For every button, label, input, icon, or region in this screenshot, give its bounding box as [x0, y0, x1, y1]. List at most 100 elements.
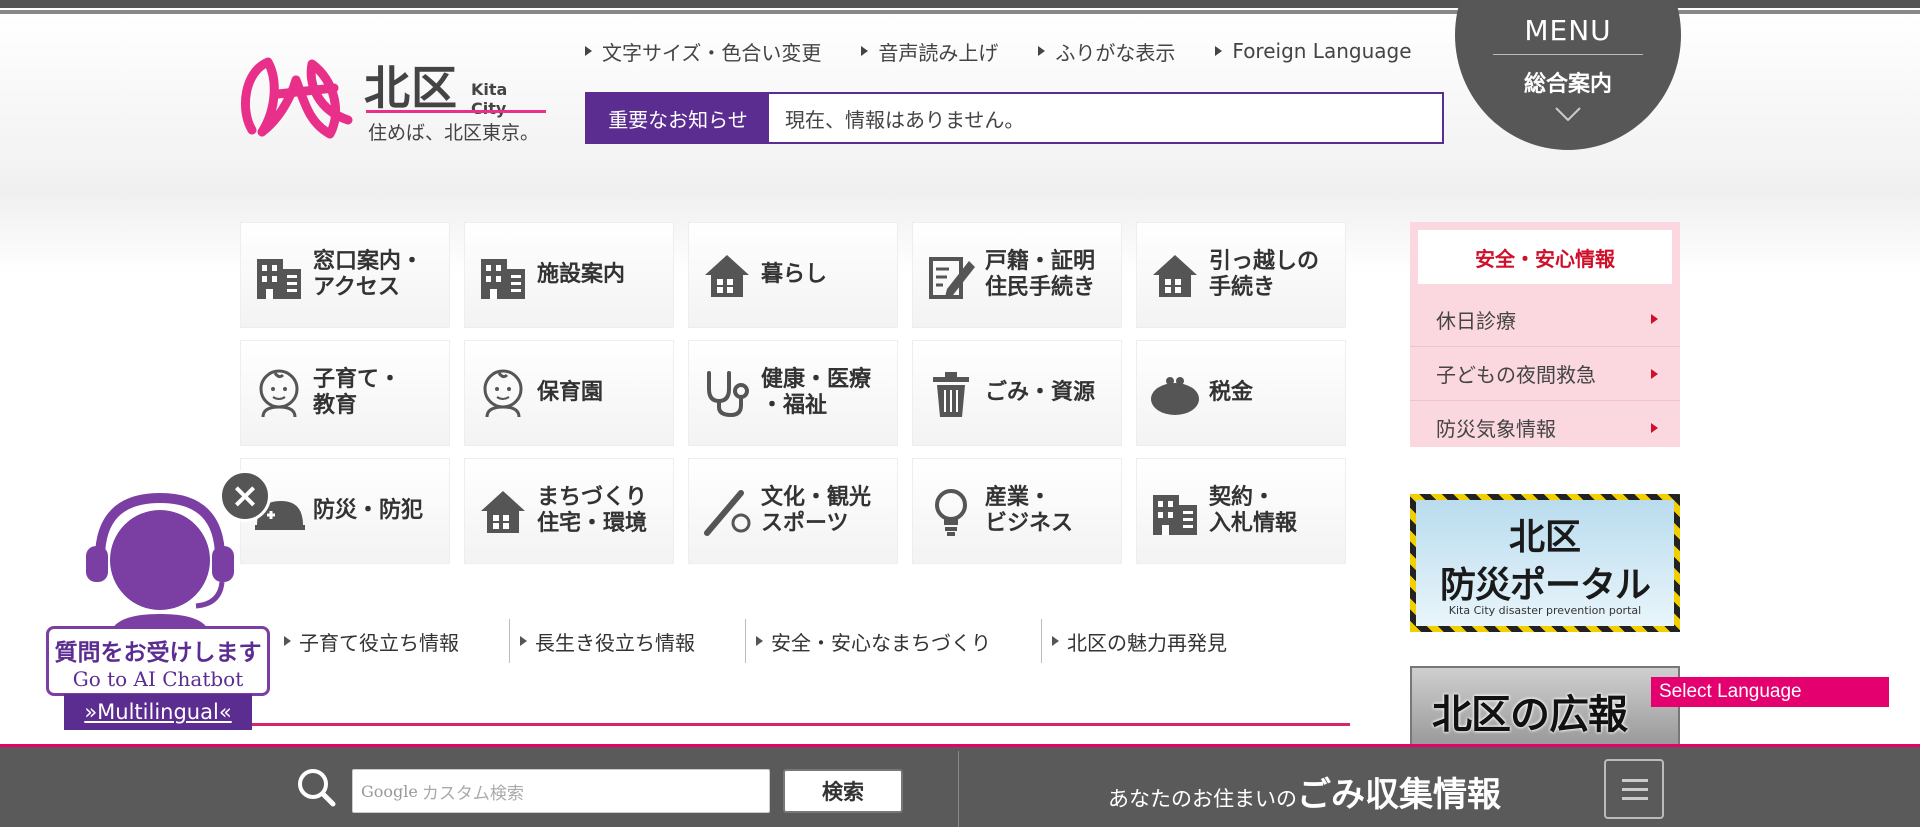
feature-link-safe-town[interactable]: 安全・安心なまちづくり — [756, 627, 1041, 656]
garbage-collection-title: ごみ収集情報 — [1297, 775, 1501, 815]
category-tile[interactable]: 税金 — [1136, 340, 1346, 446]
logo-slogan: 住めば、北区東京。 — [368, 122, 540, 144]
select-language-dropdown[interactable]: Select Language — [1651, 677, 1889, 707]
city-newsletter-title: 北区の広報 — [1432, 692, 1628, 738]
category-tile[interactable]: まちづくり 住宅・環境 — [464, 458, 674, 564]
triangle-right-icon — [585, 46, 592, 56]
search-placeholder: カスタム検索 — [421, 783, 524, 804]
category-label: 戸籍・証明 住民手続き — [985, 249, 1096, 300]
category-label: ごみ・資源 — [985, 380, 1096, 405]
safety-item-weather[interactable]: 防災気象情報 — [1410, 400, 1680, 454]
disaster-portal-english: Kita City disaster prevention portal — [1448, 604, 1642, 617]
baby-icon — [259, 369, 299, 418]
trash-icon — [933, 372, 969, 417]
triangle-right-icon — [520, 636, 527, 646]
feature-links: 子育て役立ち情報 長生き役立ち情報 安全・安心なまちづくり 北区の魅力再発見 — [240, 604, 1350, 678]
safety-item-label: 子どもの夜間救急 — [1436, 363, 1596, 387]
search-button[interactable]: 検索 — [783, 769, 903, 813]
category-label: 暮らし — [761, 262, 828, 287]
feature-link-childcare[interactable]: 子育て役立ち情報 — [284, 627, 509, 656]
category-tile[interactable]: 文化・観光 スポーツ — [688, 458, 898, 564]
important-notice: 重要なお知らせ 現在、情報はありません。 — [585, 92, 1444, 144]
house-icon — [1153, 255, 1197, 297]
category-label: 健康・医療 ・福祉 — [761, 367, 872, 418]
category-tile[interactable]: 戸籍・証明 住民手続き — [912, 222, 1122, 328]
chatbot-question-text: 質問をお受けします — [54, 639, 262, 666]
category-tile[interactable]: 契約・ 入札情報 — [1136, 458, 1346, 564]
util-link-label: ふりがな表示 — [1055, 40, 1176, 65]
util-link-furigana[interactable]: ふりがな表示 — [1038, 38, 1176, 65]
disaster-portal-inner: 北区 防災ポータル Kita City disaster prevention … — [1416, 500, 1674, 626]
city-newsletter-banner[interactable]: 北区の広報 — [1410, 666, 1680, 746]
building-icon — [1153, 495, 1197, 535]
hamburger-line — [1622, 779, 1648, 782]
pen-document-icon — [929, 257, 975, 299]
util-link-foreign-language[interactable]: Foreign Language — [1215, 38, 1412, 64]
feature-link-longevity[interactable]: 長生き役立ち情報 — [520, 627, 745, 656]
category-tile[interactable]: 子育て・ 教育 — [240, 340, 450, 446]
util-link-speech[interactable]: 音声読み上げ — [861, 38, 999, 65]
chatbot-label-box[interactable]: 質問をお受けします Go to AI Chatbot — [46, 626, 270, 696]
category-label: まちづくり 住宅・環境 — [537, 485, 648, 536]
lightbulb-icon — [935, 489, 967, 536]
chevron-down-icon — [1555, 107, 1581, 122]
divider — [1041, 619, 1042, 663]
stethoscope-icon — [707, 371, 749, 418]
triangle-right-icon — [284, 636, 291, 646]
ai-chatbot-widget[interactable]: × 質問をお受けします Go to AI Chatbot »Multilingu… — [44, 470, 274, 732]
feature-link-rediscover[interactable]: 北区の魅力再発見 — [1052, 627, 1277, 656]
chatbot-multilingual-link[interactable]: »Multilingual« — [64, 694, 252, 730]
site-logo[interactable]: 北区 Kita City 住めば、北区東京。 — [238, 50, 548, 144]
sakura-logo-icon — [241, 57, 353, 139]
safety-item-holiday-clinic[interactable]: 休日診療 — [1410, 292, 1680, 346]
category-label: 文化・観光 スポーツ — [761, 485, 872, 536]
notice-label[interactable]: 重要なお知らせ — [587, 94, 769, 142]
baby-icon — [483, 369, 523, 418]
notice-text: 現在、情報はありません。 — [785, 107, 1025, 132]
disaster-portal-banner[interactable]: 北区 防災ポータル Kita City disaster prevention … — [1410, 494, 1680, 632]
divider — [745, 619, 746, 663]
category-tile[interactable]: 施設案内 — [464, 222, 674, 328]
garbage-collection-link[interactable]: あなたのお住まいのごみ収集情報 — [1108, 767, 1501, 816]
feature-link-label: 長生き役立ち情報 — [535, 630, 695, 655]
triangle-right-icon — [861, 46, 869, 56]
garbage-collection-prefix: あなたのお住まいの — [1108, 787, 1297, 811]
chatbot-close-button[interactable]: × — [219, 470, 271, 522]
search-icon — [298, 769, 336, 807]
feature-link-label: 北区の魅力再発見 — [1067, 630, 1227, 655]
util-link-label: 音声読み上げ — [878, 40, 999, 65]
footer-bar: Google カスタム検索 検索 あなたのお住まいのごみ収集情報 — [0, 744, 1920, 827]
feature-link-label: 子育て役立ち情報 — [299, 630, 459, 655]
triangle-right-icon — [1651, 314, 1658, 324]
category-label: 保育園 — [537, 380, 604, 405]
search-input[interactable]: Google カスタム検索 — [352, 769, 770, 813]
category-tile[interactable]: 健康・医療 ・福祉 — [688, 340, 898, 446]
util-link-text-size[interactable]: 文字サイズ・色合い変更 — [585, 38, 822, 65]
triangle-right-icon — [1038, 46, 1046, 56]
category-label: 産業・ ビジネス — [985, 485, 1074, 536]
purse-icon — [1151, 377, 1199, 415]
util-link-label: 文字サイズ・色合い変更 — [602, 40, 822, 65]
category-tile[interactable]: 引っ越しの 手続き — [1136, 222, 1346, 328]
safety-info-title[interactable]: 安全・安心情報 — [1418, 230, 1672, 284]
section-divider — [240, 723, 1350, 726]
house-icon — [481, 491, 525, 533]
category-tile[interactable]: 保育園 — [464, 340, 674, 446]
house-icon — [705, 255, 749, 297]
building-icon — [257, 259, 301, 299]
menu-subtitle: 総合案内 — [1523, 72, 1612, 97]
safety-item-label: 防災気象情報 — [1436, 417, 1556, 441]
triangle-right-icon — [756, 636, 763, 646]
category-tile[interactable]: 窓口案内・ アクセス — [240, 222, 450, 328]
category-grid: 窓口案内・ アクセス 施設案内 暮らし 戸籍・証明 住民手続き 引っ越しの 手続… — [240, 222, 1346, 564]
category-tile[interactable]: ごみ・資源 — [912, 340, 1122, 446]
category-label: 窓口案内・ アクセス — [313, 249, 424, 300]
hamburger-menu-button[interactable] — [1604, 759, 1664, 819]
category-tile[interactable]: 産業・ ビジネス — [912, 458, 1122, 564]
safety-item-label: 休日診療 — [1436, 308, 1516, 333]
baseball-icon — [704, 490, 751, 536]
safety-item-night-emergency[interactable]: 子どもの夜間救急 — [1410, 346, 1680, 400]
category-tile[interactable]: 暮らし — [688, 222, 898, 328]
disaster-portal-subtitle: 防災ポータル — [1439, 565, 1651, 606]
triangle-right-icon — [1651, 369, 1658, 379]
